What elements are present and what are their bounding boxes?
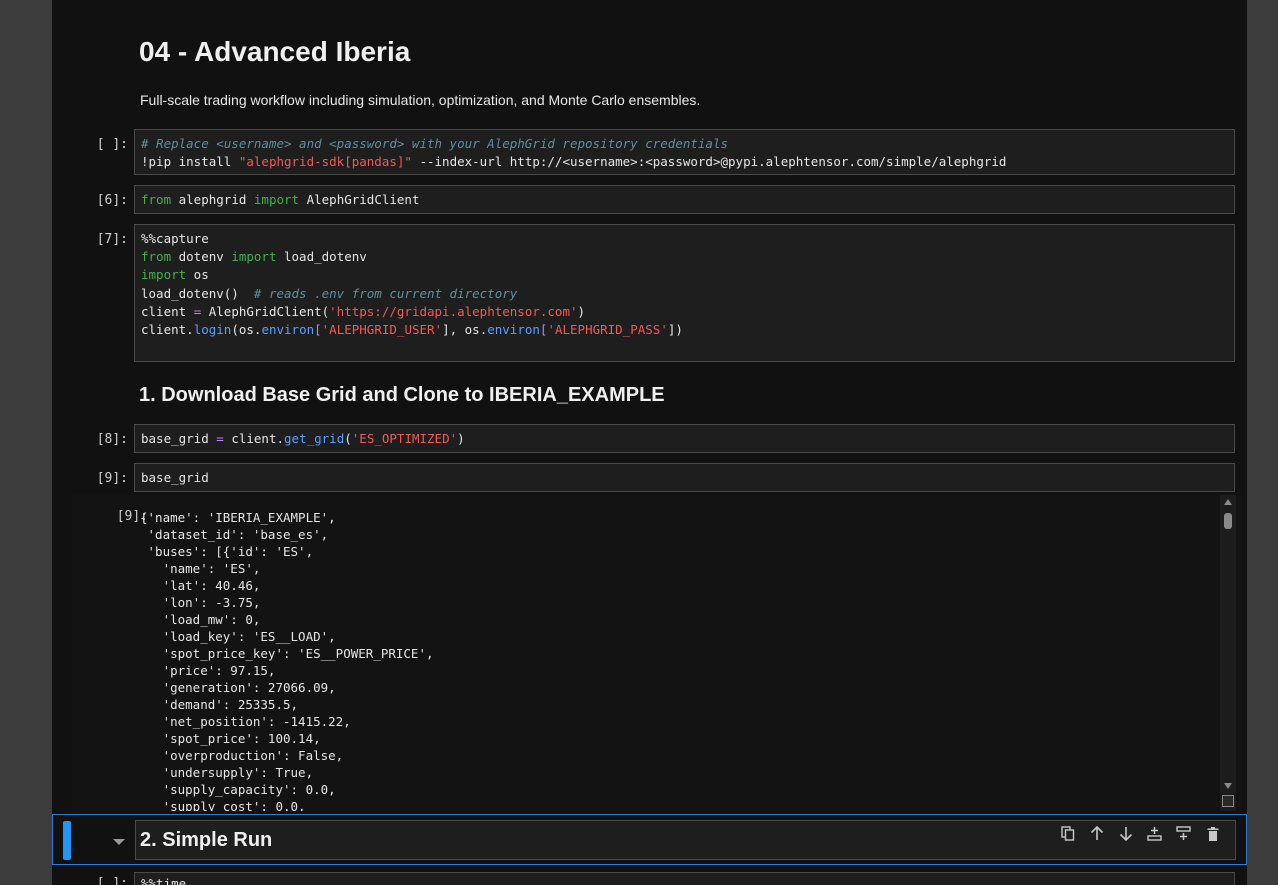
output-line: 'generation': 27066.09,	[140, 680, 336, 695]
output-line: 'spot_price': 100.14,	[140, 731, 321, 746]
code-token: client.	[223, 431, 285, 446]
output-text: {'name': 'IBERIA_EXAMPLE', 'dataset_id':…	[140, 509, 434, 811]
code-token: )	[577, 303, 586, 319]
delete-icon[interactable]	[1204, 825, 1221, 842]
cell-prompt: [6]:	[96, 193, 128, 208]
output-line: 'dataset_id': 'base_es',	[140, 527, 329, 542]
active-cell-indicator[interactable]	[63, 821, 71, 860]
insert-above-icon[interactable]	[1146, 825, 1163, 842]
code-token: ])	[667, 322, 683, 338]
code-comment: # reads .env from current directory	[253, 285, 518, 301]
code-token: load_dotenv	[276, 249, 367, 265]
cell-prompt: [9]:	[96, 471, 128, 486]
collapse-caret-icon[interactable]	[113, 839, 125, 845]
cell-prompt: [ ]:	[96, 137, 128, 152]
code-cell-install[interactable]: # Replace <username> and <password> with…	[134, 129, 1235, 175]
code-cell-next[interactable]: %%time	[134, 872, 1235, 885]
code-string: "alephgrid-sdk[pandas]"	[238, 154, 412, 170]
code-editor[interactable]: from alephgrid import AlephGridClient	[135, 186, 1234, 214]
code-editor[interactable]: # Replace <username> and <password> with…	[135, 130, 1234, 176]
output-line: {'name': 'IBERIA_EXAMPLE',	[140, 510, 336, 525]
code-token: )	[457, 431, 465, 446]
code-token: client.	[141, 322, 194, 338]
output-line: 'net_position': -1415.22,	[140, 714, 351, 729]
scroll-up-arrow[interactable]	[1224, 499, 1232, 505]
code-operator: =	[216, 431, 224, 446]
output-line: 'load_mw': 0,	[140, 612, 261, 627]
code-function: environ	[487, 322, 540, 338]
output-scrollbar[interactable]	[1220, 495, 1236, 811]
output-line: 'demand': 25335.5,	[140, 697, 299, 712]
code-token: %%capture	[141, 231, 209, 246]
code-token: alephgrid	[171, 192, 254, 207]
code-string: 'ALEPHGRID_USER'	[321, 322, 443, 338]
code-token: AlephGridClient	[299, 192, 420, 207]
code-token: dotenv	[171, 249, 232, 265]
cell-prompt: [8]:	[96, 432, 128, 447]
output-line: 'buses': [{'id': 'ES',	[140, 544, 314, 559]
code-keyword: import	[141, 267, 187, 283]
code-token: client	[141, 303, 194, 319]
duplicate-icon[interactable]	[1059, 825, 1076, 842]
scroll-down-arrow[interactable]	[1224, 783, 1232, 789]
notebook-description: Full-scale trading workflow including si…	[140, 92, 701, 108]
move-down-icon[interactable]	[1117, 825, 1134, 842]
output-line: 'lon': -3.75,	[140, 595, 261, 610]
output-line: 'overproduction': False,	[140, 748, 344, 763]
notebook-title: 04 - Advanced Iberia	[139, 36, 411, 67]
code-token: os	[186, 267, 209, 283]
code-function: get_grid	[284, 431, 345, 446]
code-token: load_dotenv()	[141, 285, 254, 301]
left-gutter	[0, 0, 52, 885]
output-line: 'supply_cost': 0.0,	[140, 799, 306, 811]
cell-prompt: [7]:	[96, 232, 128, 247]
right-gutter	[1247, 0, 1278, 885]
code-keyword: import	[253, 192, 300, 207]
notebook-panel: 04 - Advanced Iberia Full-scale trading …	[52, 0, 1247, 885]
resize-handle[interactable]	[1222, 795, 1234, 807]
code-string: 'ES_OPTIMIZED'	[351, 431, 458, 446]
code-operator: [	[314, 322, 322, 338]
code-editor[interactable]: %%time	[135, 873, 1234, 885]
output-line: 'undersupply': True,	[140, 765, 314, 780]
code-editor[interactable]: base_grid	[135, 464, 1234, 492]
scroll-thumb[interactable]	[1224, 513, 1232, 529]
code-token: (os.	[231, 322, 262, 338]
code-token: base_grid	[141, 431, 217, 446]
move-up-icon[interactable]	[1088, 825, 1105, 842]
output-line: 'load_key': 'ES__LOAD',	[140, 629, 336, 644]
output-line: 'name': 'ES',	[140, 561, 261, 576]
code-token: AlephGridClient(	[201, 303, 330, 319]
section-2-heading: 2. Simple Run	[140, 829, 273, 851]
cell-output[interactable]: [9]: {'name': 'IBERIA_EXAMPLE', 'dataset…	[72, 495, 1242, 811]
code-cell-login[interactable]: %%capture from dotenv import load_dotenv…	[134, 224, 1235, 362]
output-line: 'spot_price_key': 'ES__POWER_PRICE',	[140, 646, 434, 661]
code-string: 'https://gridapi.alephtensor.com'	[329, 303, 578, 319]
output-line: 'price': 97.15,	[140, 663, 276, 678]
insert-below-icon[interactable]	[1175, 825, 1192, 842]
code-cell-import[interactable]: from alephgrid import AlephGridClient	[134, 185, 1235, 214]
output-line: 'supply_capacity': 0.0,	[140, 782, 336, 797]
code-string: 'ALEPHGRID_PASS'	[547, 322, 668, 338]
code-function: login	[193, 322, 232, 338]
code-keyword: from	[141, 249, 172, 265]
code-token: !pip install	[141, 154, 239, 170]
active-cell[interactable]: 2. Simple Run	[52, 814, 1247, 865]
code-function: environ	[261, 322, 315, 338]
code-keyword: import	[231, 249, 277, 265]
code-token: ], os.	[442, 322, 488, 338]
code-keyword: from	[141, 192, 172, 207]
code-editor[interactable]: %%capture from dotenv import load_dotenv…	[135, 225, 1234, 344]
markdown-cell[interactable]: 2. Simple Run	[135, 820, 1236, 860]
code-editor[interactable]: base_grid = client.get_grid('ES_OPTIMIZE…	[135, 425, 1234, 453]
cell-toolbar	[1059, 825, 1221, 842]
section-1-heading: 1. Download Base Grid and Clone to IBERI…	[139, 384, 665, 406]
code-cell-base-grid[interactable]: base_grid	[134, 463, 1235, 492]
code-token: --index-url http://<username>:<password>…	[411, 154, 1007, 170]
code-token: (	[344, 431, 352, 446]
cell-prompt: [ ]:	[96, 876, 128, 885]
code-cell-get-grid[interactable]: base_grid = client.get_grid('ES_OPTIMIZE…	[134, 424, 1235, 453]
code-comment: # Replace <username> and <password> with…	[141, 136, 728, 151]
output-line: 'lat': 40.46,	[140, 578, 261, 593]
